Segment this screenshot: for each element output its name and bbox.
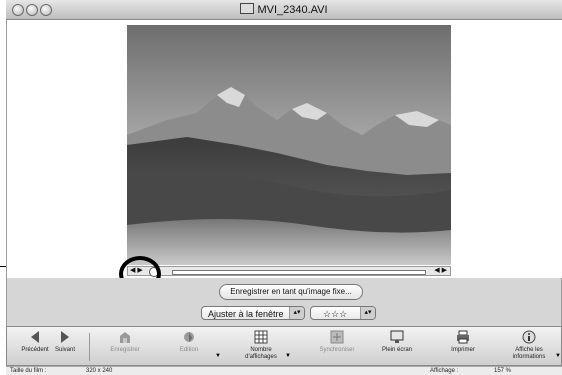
arrow-left-icon (31, 331, 39, 343)
print-button[interactable]: Imprimer (443, 330, 483, 364)
save-disk-icon (120, 332, 130, 343)
chevron-updown-icon: ▴▾ (360, 307, 375, 319)
fit-window-select[interactable]: Ajuster à la fenêtre ▴▾ (201, 306, 305, 320)
next-button[interactable]: Suivant (51, 330, 79, 364)
synchronize-button[interactable]: Synchroniser (313, 330, 361, 364)
info-icon (522, 330, 536, 344)
sync-icon (330, 330, 344, 344)
window-title: MVI_2340.AVI (6, 3, 562, 16)
save-still-button[interactable]: Enregistrer en tant qu'image fixe... (219, 284, 363, 300)
edit-menu-arrow-icon[interactable]: ▼ (215, 353, 221, 359)
movie-area: ◀ ▶ ◀ ▶ (6, 20, 562, 292)
video-frame[interactable] (127, 25, 451, 265)
monitor-icon (390, 330, 404, 343)
main-toolbar: Précédent Suivant Enregistrer Edition ▼ … (6, 326, 562, 366)
show-info-button[interactable]: Affiche les informations (503, 330, 555, 364)
save-button[interactable]: Enregistrer (103, 330, 147, 364)
grid-view-icon (254, 330, 268, 344)
previous-button[interactable]: Précédent (17, 330, 53, 364)
edit-button[interactable]: Edition (169, 330, 209, 364)
mountain-landscape-image (127, 25, 451, 265)
quicktime-window: MVI_2340.AVI ◀ ▶ ◀ ▶ Enregistrer en tant… (6, 0, 562, 375)
fullscreen-button[interactable]: Plein écran (375, 330, 419, 364)
view-count-menu-arrow-icon[interactable]: ▼ (285, 353, 291, 359)
title-bar[interactable]: MVI_2340.AVI (6, 0, 562, 20)
movie-controls-panel: Enregistrer en tant qu'image fixe... Aju… (6, 278, 562, 326)
edit-brush-icon (184, 332, 194, 342)
info-menu-arrow-icon[interactable]: ▼ (555, 353, 561, 359)
movie-scrubber-bar[interactable]: ◀ ▶ ◀ ▶ (127, 266, 451, 277)
toolbar-divider (89, 333, 90, 361)
movie-file-icon (240, 3, 255, 14)
arrow-right-icon (61, 331, 69, 343)
chevron-updown-icon: ▴▾ (289, 307, 304, 319)
view-count-button[interactable]: Nombre d'affichages (239, 330, 283, 364)
volume-step-buttons[interactable]: ◀ ▶ (434, 267, 447, 275)
rating-select[interactable]: ☆☆☆ ▴▾ (310, 306, 376, 320)
printer-icon (457, 330, 469, 344)
timeline-track[interactable] (172, 270, 426, 275)
